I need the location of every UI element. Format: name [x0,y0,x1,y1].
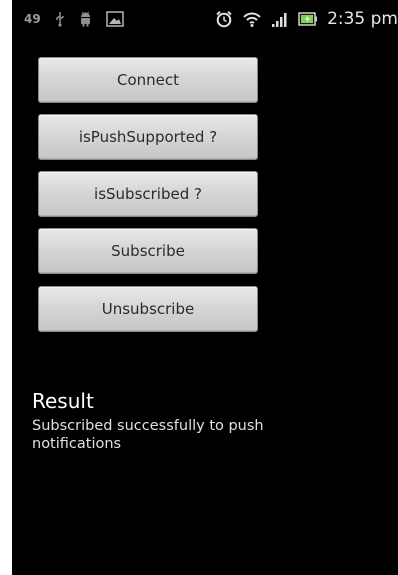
notification-count: 49 [24,12,41,26]
result-message: Subscribed successfully to push notifica… [32,418,264,452]
usb-icon [55,11,65,27]
signal-icon [271,11,289,27]
status-bar-right: 2:35 pm [215,9,398,29]
android-debug-icon [79,11,92,27]
result-title: Result [32,389,94,413]
subscribe-button[interactable]: Subscribe [38,228,258,274]
status-bar: 49 2:35 pm [12,0,398,36]
alarm-icon [215,10,233,28]
clock-time: 2:35 pm [327,9,398,29]
status-bar-left: 49 [24,10,124,28]
image-notification-icon [105,11,124,27]
unsubscribe-button[interactable]: Unsubscribe [38,286,258,332]
is-subscribed-button[interactable]: isSubscribed ? [38,171,258,217]
battery-icon [298,12,318,26]
connect-button[interactable]: Connect [38,57,258,103]
is-push-supported-button[interactable]: isPushSupported ? [38,114,258,160]
wifi-icon [242,10,262,28]
phone-screen: 49 2:35 pm Connect isPushSupported ? isS… [12,0,398,575]
